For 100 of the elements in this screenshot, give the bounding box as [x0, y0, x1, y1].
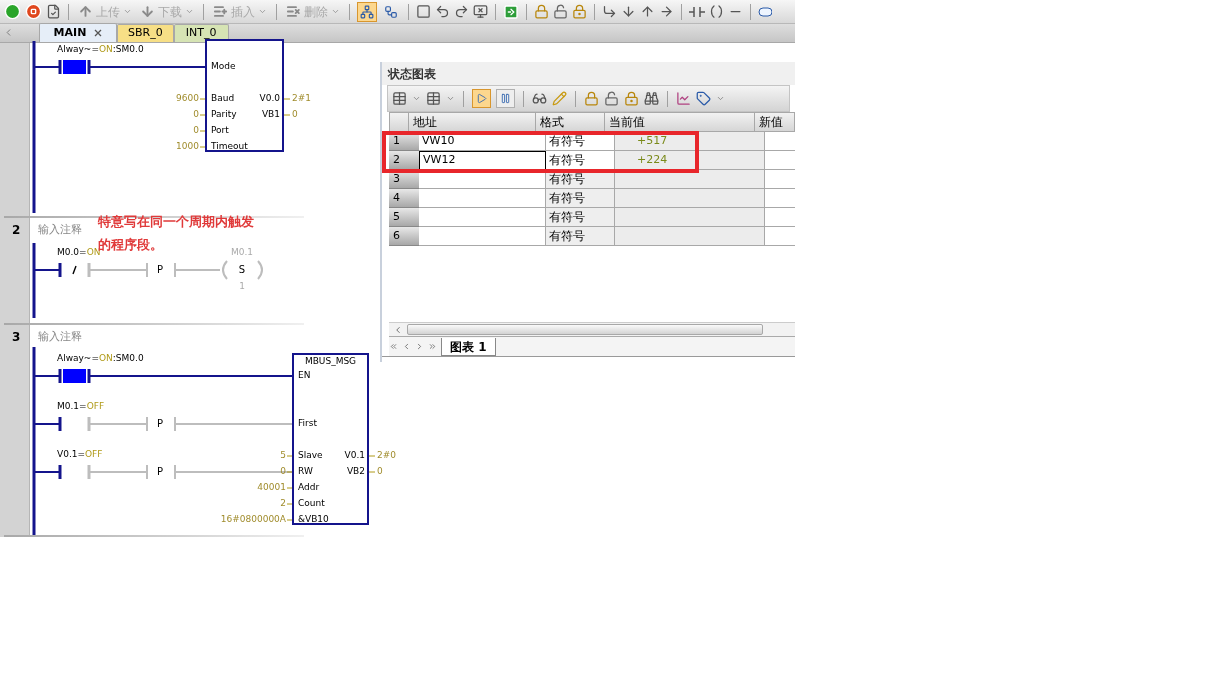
- toggle-button[interactable]: [357, 1, 377, 22]
- row-number[interactable]: 5: [389, 208, 419, 227]
- wire: [174, 269, 221, 271]
- play-icon[interactable]: [4, 3, 21, 20]
- pin-wire: [199, 98, 206, 100]
- coil-count: 1: [239, 282, 245, 291]
- format-cell[interactable]: 有符号: [546, 208, 615, 227]
- format-cell[interactable]: 有符号: [546, 227, 615, 246]
- horizontal-scrollbar[interactable]: [389, 322, 795, 336]
- coil-label: S: [238, 265, 246, 275]
- close-icon[interactable]: [94, 29, 103, 37]
- list-x-icon: [286, 4, 301, 19]
- pin-label: Addr: [298, 483, 320, 492]
- pulse-contact-symbol: [146, 464, 176, 480]
- caret-icon[interactable]: [716, 94, 725, 103]
- address-cell[interactable]: [419, 189, 546, 208]
- pin-value: 40001: [257, 483, 286, 492]
- header-corner[interactable]: [389, 112, 409, 132]
- table-icon[interactable]: [392, 91, 407, 106]
- network-icon: [360, 4, 374, 19]
- play-icon: [476, 93, 487, 104]
- unlock-icon[interactable]: [553, 4, 568, 19]
- pin-value: 0: [193, 126, 199, 135]
- chart-icon[interactable]: [676, 91, 691, 106]
- caret-icon[interactable]: [412, 94, 421, 103]
- row-number[interactable]: 6: [389, 227, 419, 246]
- capsule-icon[interactable]: [758, 6, 772, 17]
- caret-icon: [331, 7, 340, 16]
- wire: [88, 423, 148, 425]
- tab[interactable]: SBR_0: [117, 24, 174, 42]
- column-header[interactable]: 格式: [536, 112, 605, 132]
- pin-label: Port: [211, 126, 229, 135]
- address-cell[interactable]: [419, 208, 546, 227]
- annotation-text: 的程序段。: [98, 236, 163, 252]
- scroll-left-icon[interactable]: [393, 324, 403, 335]
- wire: [33, 375, 61, 377]
- binoculars-icon[interactable]: [644, 91, 659, 106]
- right-arrow-icon[interactable]: [659, 4, 674, 19]
- arrow-right-square-icon[interactable]: [503, 3, 519, 20]
- pin-wire: [286, 503, 293, 505]
- tab[interactable]: INT_0: [173, 24, 229, 42]
- wire: [33, 423, 61, 425]
- pulse-label: P: [157, 419, 164, 429]
- pin-label: VB2: [346, 467, 365, 476]
- pin-wire: [368, 471, 376, 473]
- toggle-button[interactable]: [496, 89, 515, 108]
- pin-label: RW: [298, 467, 313, 476]
- caret-icon: [258, 7, 267, 16]
- pin-label: V0.0: [259, 94, 280, 103]
- monitor-x-icon[interactable]: [473, 4, 488, 19]
- square-icon[interactable]: [416, 4, 431, 19]
- wire: [33, 471, 61, 473]
- coil-icon[interactable]: [709, 4, 724, 19]
- contact-icon[interactable]: [689, 5, 705, 18]
- pin-wire: [283, 98, 291, 100]
- pin-wire: [286, 519, 293, 521]
- previous-sheet-icon[interactable]: [402, 342, 411, 351]
- undo-arrow-icon[interactable]: [435, 4, 450, 19]
- network-comment: 输入注释: [38, 331, 82, 342]
- format-cell[interactable]: 有符号: [546, 189, 615, 208]
- pin-label: Parity: [211, 110, 237, 119]
- table-icon[interactable]: [426, 91, 441, 106]
- wire: [88, 269, 148, 271]
- caret-icon[interactable]: [446, 94, 455, 103]
- toggle-button[interactable]: [472, 89, 491, 108]
- first-sheet-icon[interactable]: [389, 342, 398, 351]
- pin-value: 0: [280, 467, 286, 476]
- network-number: 3: [12, 331, 21, 343]
- unlock-icon[interactable]: [604, 91, 619, 106]
- corner-arrow-icon[interactable]: [602, 4, 617, 19]
- glasses-icon[interactable]: [532, 91, 547, 106]
- pin-value: 0: [377, 467, 383, 476]
- pin-label: Timeout: [211, 142, 248, 151]
- pin-value: 0: [193, 110, 199, 119]
- sheet-tab[interactable]: 图表 1: [441, 337, 496, 356]
- column-header[interactable]: 新值: [755, 112, 795, 132]
- address-cell[interactable]: [419, 227, 546, 246]
- row-number[interactable]: 4: [389, 189, 419, 208]
- lock-icon[interactable]: [584, 91, 599, 106]
- pin-wire: [286, 471, 293, 473]
- pin-value: 2: [280, 499, 286, 508]
- down-arrow-icon[interactable]: [621, 4, 636, 19]
- tag-icon[interactable]: [696, 91, 711, 106]
- column-header[interactable]: 地址: [409, 112, 536, 132]
- scrollbar-thumb[interactable]: [407, 324, 763, 335]
- stop-icon[interactable]: [25, 3, 42, 20]
- lock-icon[interactable]: [572, 4, 587, 19]
- pulse-label: P: [157, 265, 164, 275]
- pencil-icon[interactable]: [552, 91, 567, 106]
- last-sheet-icon[interactable]: [428, 342, 437, 351]
- column-header[interactable]: 当前值: [605, 112, 755, 132]
- wire: [33, 269, 61, 271]
- checked-document-icon[interactable]: [46, 4, 61, 19]
- tab[interactable]: MAIN: [39, 23, 117, 42]
- redo-arrow-icon[interactable]: [454, 4, 469, 19]
- pin-wire: [286, 455, 293, 457]
- lock-icon[interactable]: [534, 4, 549, 19]
- next-sheet-icon[interactable]: [415, 342, 424, 351]
- lock-icon[interactable]: [624, 91, 639, 106]
- value-cell: +224: [615, 151, 765, 170]
